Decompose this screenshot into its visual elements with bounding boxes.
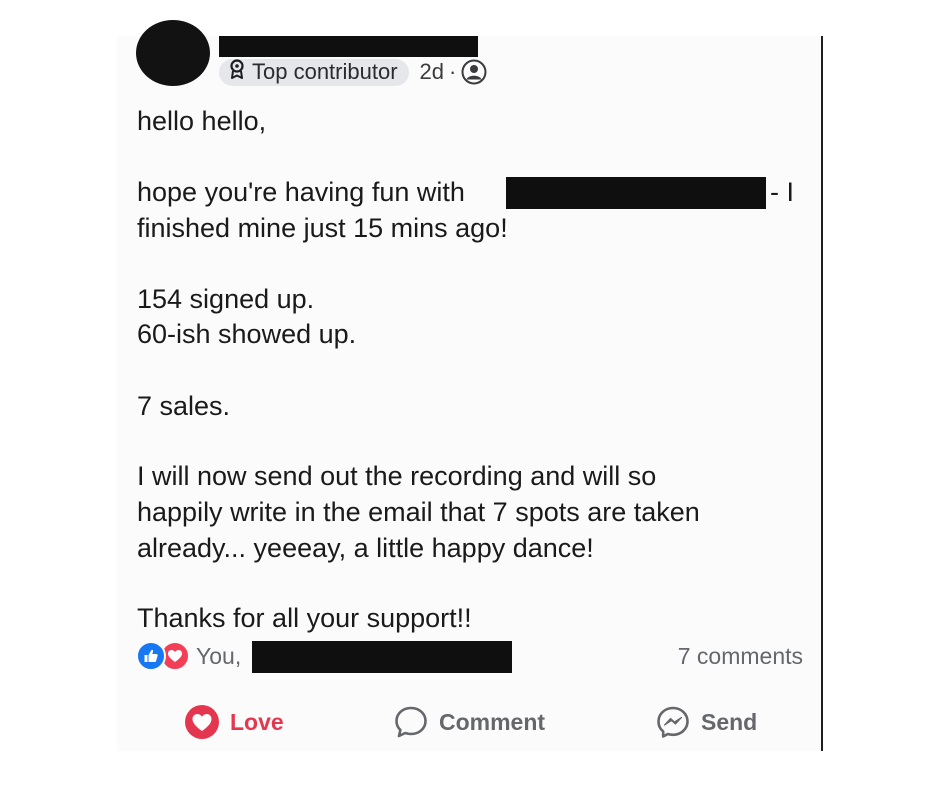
screenshot-canvas: Top contributor 2d · hello hello, hope y…: [0, 0, 940, 788]
post-line: 154 signed up.: [137, 284, 315, 314]
comment-button-label: Comment: [439, 708, 546, 735]
speech-bubble-icon: [393, 704, 429, 740]
messenger-icon: [655, 704, 691, 740]
comment-button[interactable]: Comment: [393, 702, 545, 742]
post-line: - I: [770, 177, 794, 207]
thumbs-up-icon: [136, 641, 166, 671]
post-time[interactable]: 2d: [420, 59, 444, 85]
meta-separator: ·: [449, 59, 457, 84]
post-line: happily write in the email that 7 spots …: [137, 497, 700, 527]
comments-count-link[interactable]: 7 comments: [678, 643, 803, 670]
friends-icon[interactable]: [461, 59, 487, 85]
post-line: 7 sales.: [137, 391, 231, 421]
post-line: I will now send out the recording and wi…: [137, 461, 657, 491]
contributor-badge-icon: [228, 59, 252, 85]
heart-icon: [184, 704, 220, 740]
post-line: Thanks for all your support!!: [137, 603, 472, 633]
top-contributor-badge[interactable]: Top contributor: [219, 58, 409, 86]
course-name-redacted: [506, 177, 766, 209]
badge-label: Top contributor: [252, 59, 398, 84]
love-button-label: Love: [230, 708, 284, 735]
author-name-redacted[interactable]: [219, 36, 478, 57]
send-button-label: Send: [701, 708, 758, 735]
reactor-names-redacted[interactable]: [252, 641, 512, 673]
post-edge-line: [821, 36, 823, 751]
post-line: already... yeeeay, a little happy dance!: [137, 533, 594, 563]
post-line: finished mine just 15 mins ago!: [137, 213, 508, 243]
post-line: hope you're having fun with: [137, 177, 465, 207]
author-avatar[interactable]: [136, 20, 210, 86]
love-button[interactable]: Love: [184, 702, 284, 742]
send-button[interactable]: Send: [655, 702, 757, 742]
post-meta: Top contributor 2d ·: [219, 58, 487, 86]
reactions-summary[interactable]: You,: [136, 641, 241, 671]
reactors-text: You,: [196, 642, 242, 669]
post-line: hello hello,: [137, 106, 267, 136]
post-line: 60-ish showed up.: [137, 319, 357, 349]
